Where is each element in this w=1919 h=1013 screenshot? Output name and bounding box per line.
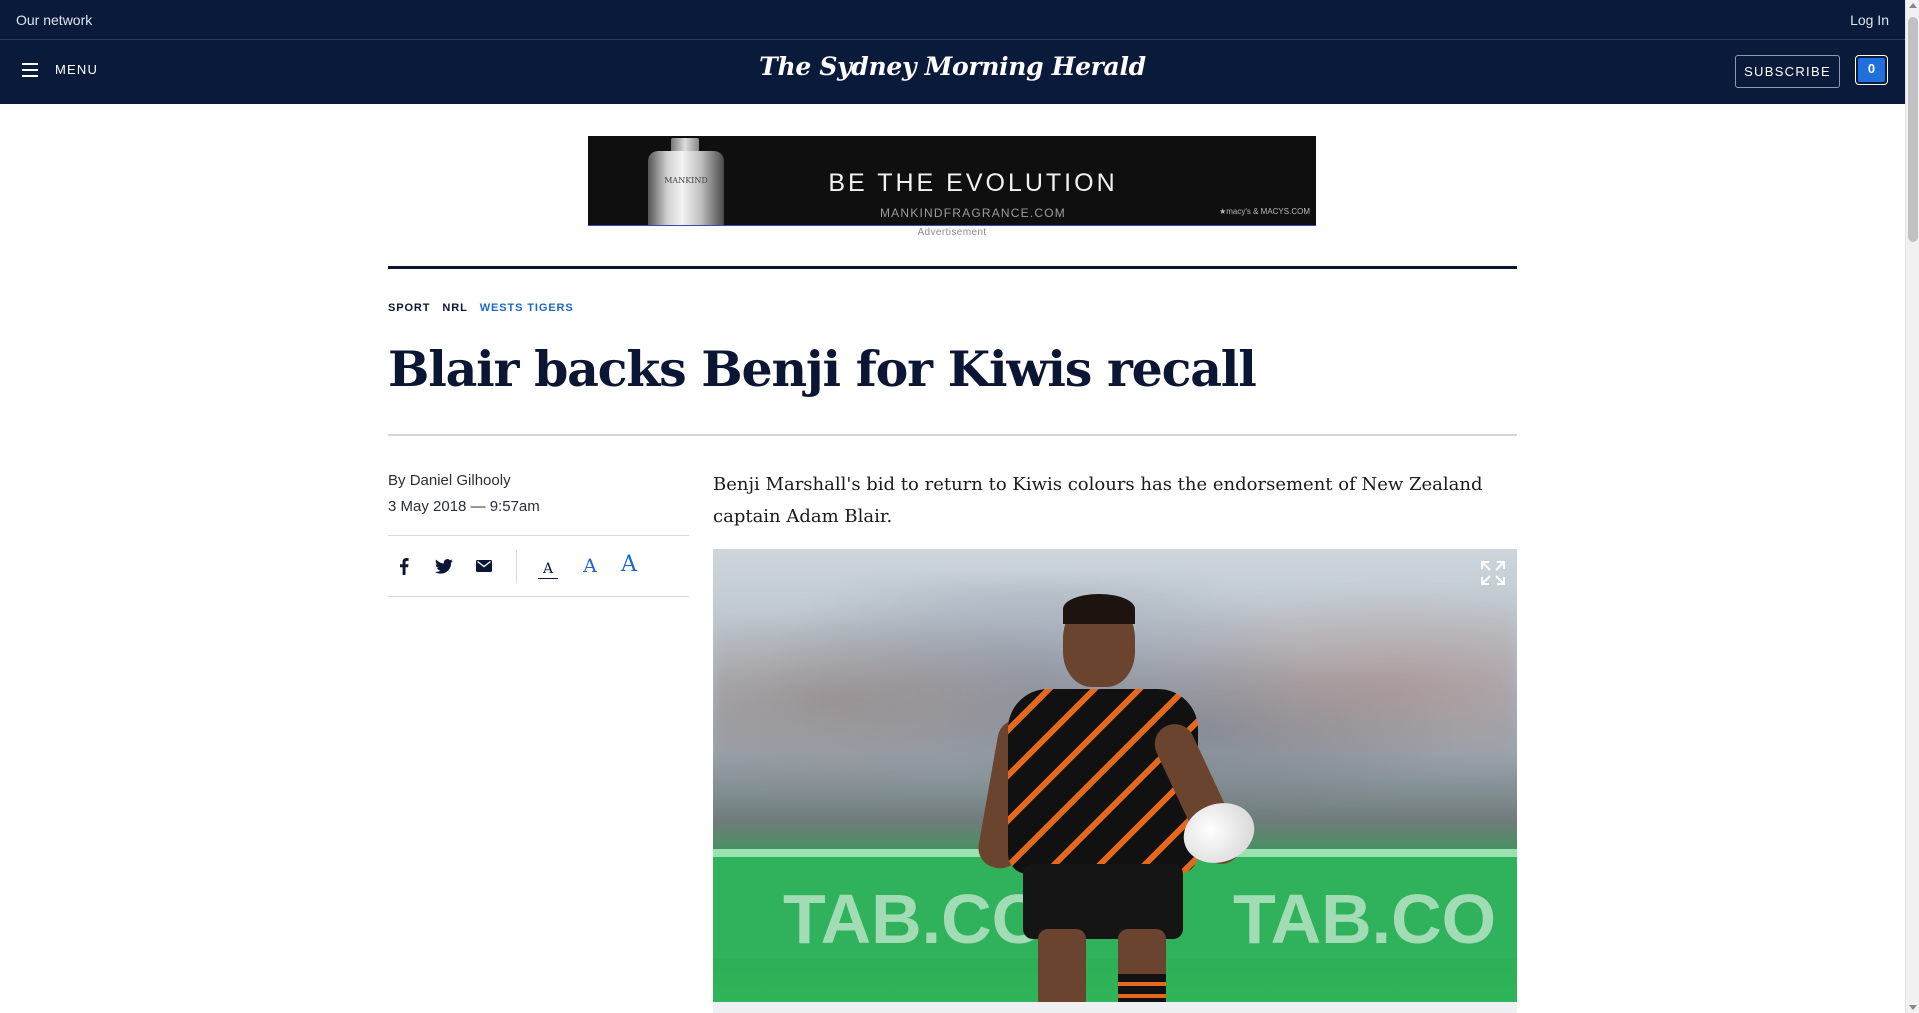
advertisement-label: Advertisement: [917, 227, 987, 238]
login-link[interactable]: Log In: [1850, 12, 1889, 28]
byline-prefix: By: [388, 472, 410, 489]
font-size-large-button[interactable]: A: [618, 552, 640, 577]
scrollbar-thumb[interactable]: [1908, 17, 1918, 242]
share-bar-bottom-rule: [388, 596, 689, 597]
breadcrumb-sport[interactable]: SPORT: [388, 302, 430, 314]
ad-headline: BE THE EVOLUTION: [828, 169, 1118, 197]
author-link[interactable]: Daniel Gilhooly: [410, 472, 511, 489]
headline-divider: [388, 434, 1517, 436]
article-headline: Blair backs Benji for Kiwis recall: [388, 340, 1257, 398]
ad-bottle-brand: MANKIND: [664, 176, 708, 185]
article-lede: Benji Marshall's bid to return to Kiwis …: [713, 474, 1483, 527]
font-size-medium-button[interactable]: A: [580, 555, 600, 577]
hero-image[interactable]: TAB.CO TAB.CO: [713, 549, 1517, 1002]
subscribe-button[interactable]: SUBSCRIBE: [1735, 55, 1840, 88]
ad-bottom-border: [588, 225, 1316, 226]
expand-icon[interactable]: [1479, 559, 1507, 587]
share-divider: [516, 550, 517, 583]
breadcrumb-nrl[interactable]: NRL: [442, 302, 467, 314]
ad-url: MANKINDFRAGRANCE.COM: [879, 206, 1066, 220]
twitter-icon[interactable]: [433, 555, 455, 577]
ad-bottle-image: MANKIND: [646, 136, 726, 226]
article-date: 3 May 2018 — 9:57am: [388, 498, 540, 515]
notification-count-button[interactable]: 0: [1855, 55, 1888, 85]
byline: By Daniel Gilhooly: [388, 472, 511, 489]
network-bar: Our network Log In: [0, 0, 1905, 40]
scroll-down-arrow-icon[interactable]: [1909, 1005, 1917, 1010]
site-header: MENU The Sydney Morning Herald SUBSCRIBE…: [0, 40, 1905, 104]
banner-ad[interactable]: MANKIND BE THE EVOLUTION MANKINDFRAGRANC…: [588, 136, 1316, 226]
hero-caption-area: [713, 1002, 1517, 1013]
breadcrumb: SPORT NRL WESTS TIGERS: [388, 302, 574, 314]
email-icon[interactable]: [473, 555, 495, 577]
page-scrollbar[interactable]: [1905, 0, 1919, 1013]
ad-retailer: ★macy's & MACYS.COM: [1219, 207, 1310, 216]
count-badge-value: 0: [1858, 58, 1885, 82]
facebook-icon[interactable]: [393, 555, 415, 577]
hero-player-figure: [975, 589, 1263, 1002]
font-size-small-button[interactable]: A: [538, 560, 558, 579]
hero-signage-text: TAB.CO: [1233, 880, 1497, 958]
masthead-logo[interactable]: The Sydney Morning Herald: [0, 52, 1905, 81]
breadcrumb-wests-tigers[interactable]: WESTS TIGERS: [480, 302, 574, 314]
our-network-link[interactable]: Our network: [16, 12, 92, 28]
scroll-up-arrow-icon[interactable]: [1909, 3, 1917, 8]
article-top-rule: [388, 266, 1517, 269]
share-bar-top-rule: [388, 535, 689, 536]
